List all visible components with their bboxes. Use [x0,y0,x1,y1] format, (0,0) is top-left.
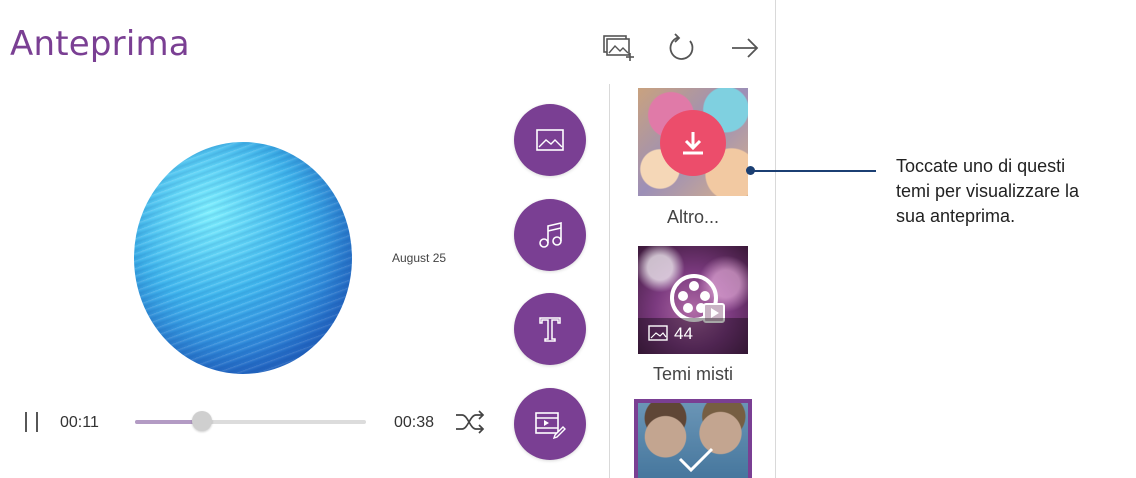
add-photos-button[interactable] [600,30,636,66]
theme-label-mixed: Temi misti [653,364,733,384]
theme-thumbnail-selected[interactable] [634,399,752,478]
photos-icon [648,325,668,341]
theme-label-more: Altro... [666,207,719,227]
video-edit-tool-button[interactable] [514,388,586,460]
next-button[interactable] [727,30,763,66]
text-tool-button[interactable] [514,293,586,365]
photo-count: 44 [648,324,693,344]
video-edit-icon [535,412,566,439]
music-note-icon [539,221,562,248]
image-icon [536,129,564,151]
preview-date-label: August 25 [392,251,447,265]
download-button[interactable] [660,110,726,176]
panel-divider [775,0,776,478]
page-title: Anteprima [10,24,190,64]
text-icon [539,317,561,342]
refresh-icon [669,33,694,60]
download-icon [683,132,703,155]
music-tool-button[interactable] [514,199,586,271]
photo-count-value: 44 [674,324,693,343]
pause-button[interactable] [22,410,42,440]
image-tool-button[interactable] [514,104,586,176]
current-time: 00:11 [60,414,99,431]
refresh-button[interactable] [664,30,700,66]
shuffle-button[interactable] [454,408,486,436]
checkmark-icon [678,447,714,473]
theme-list-divider [609,84,610,478]
arrow-right-icon [732,38,759,58]
shuffle-icon [456,410,485,434]
pause-icon [25,412,38,432]
seek-bar-handle[interactable] [191,411,212,431]
total-time: 00:38 [394,414,435,431]
callout-line [752,170,876,172]
theme-thumbnail-mixed[interactable]: 44 [638,246,748,354]
add-photos-icon [603,35,634,61]
callout-text: Toccate uno di questi temi per visualizz… [896,156,1080,226]
theme-preview-image [134,142,352,374]
